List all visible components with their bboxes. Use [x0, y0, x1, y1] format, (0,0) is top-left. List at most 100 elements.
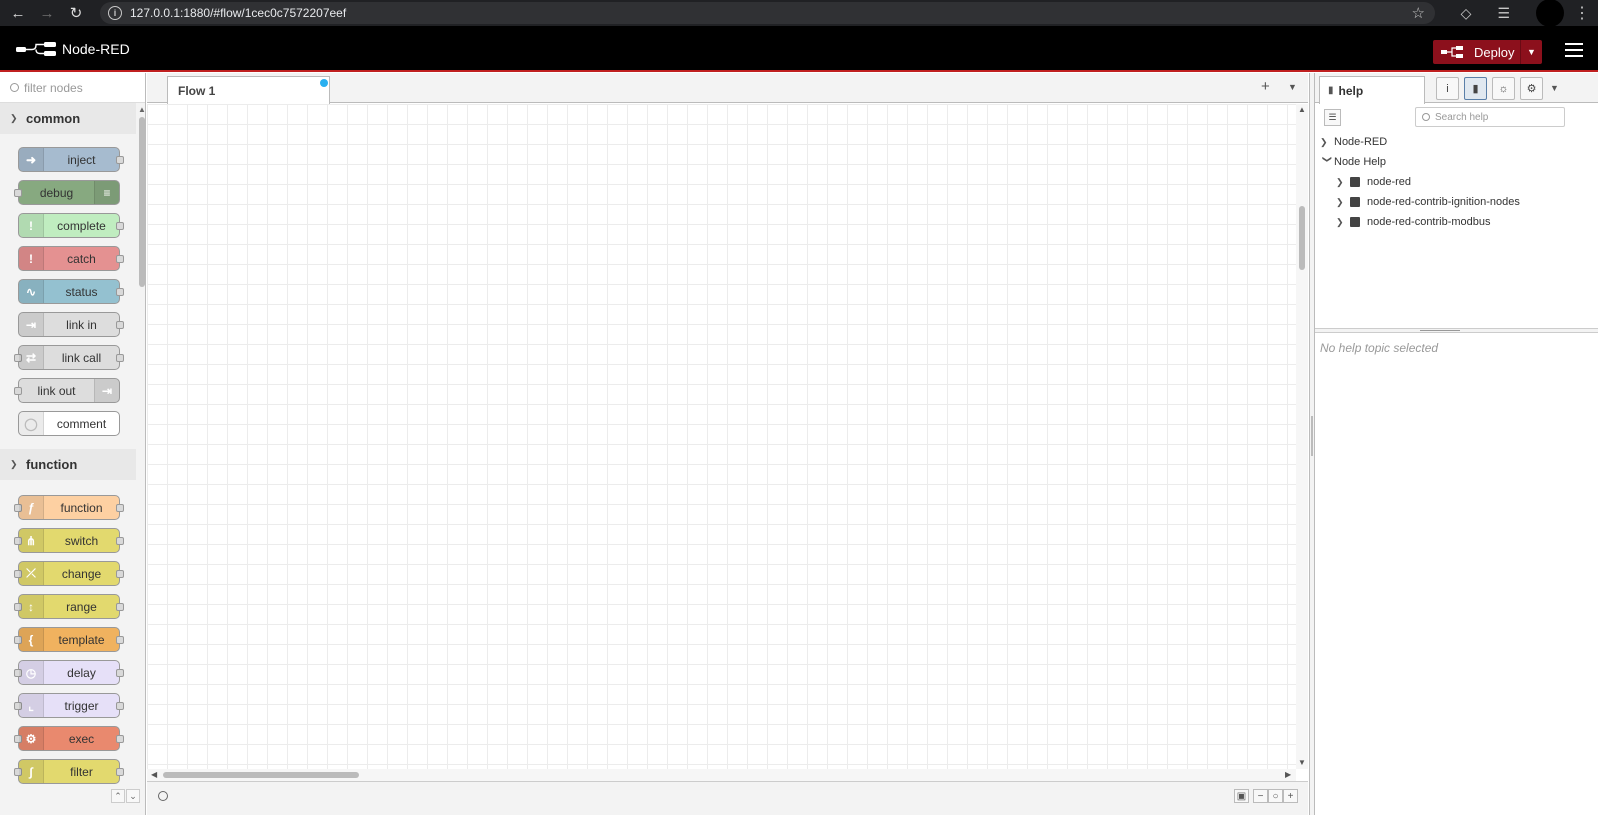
info-icon[interactable]: i: [1436, 77, 1459, 100]
expand-all-icon[interactable]: ⌄: [126, 789, 140, 803]
browser-menu-icon[interactable]: ⋮: [1574, 3, 1590, 23]
url-text: 127.0.0.1:1880/#flow/1cec0c7572207eef: [130, 6, 347, 20]
gear-icon: ⚙: [19, 727, 44, 750]
inject-icon: ➜: [19, 148, 44, 171]
palette-node-complete[interactable]: ! complete: [18, 213, 124, 238]
reload-icon[interactable]: ↻: [65, 2, 87, 24]
tab-label: Flow 1: [178, 83, 216, 98]
node-label: link call: [61, 350, 102, 365]
media-control-icon[interactable]: ☰: [1497, 5, 1510, 22]
node-label: catch: [67, 251, 96, 266]
palette-node-link-in[interactable]: ⇥ link in: [18, 312, 124, 337]
tree-item-node-red-module[interactable]: ❯ node-red: [1336, 173, 1411, 191]
palette-node-range[interactable]: ↕ range: [14, 594, 124, 619]
palette-node-link-out[interactable]: link out ⇥: [14, 378, 120, 403]
palette-node-link-call[interactable]: ⇄ link call: [14, 345, 124, 370]
toc-list-icon[interactable]: ☰: [1324, 109, 1341, 126]
tree-label: node-red-contrib-modbus: [1367, 216, 1491, 228]
palette-node-function[interactable]: ƒ function: [14, 495, 124, 520]
function-icon: ƒ: [19, 496, 44, 519]
zoom-out-icon[interactable]: −: [1253, 789, 1268, 803]
scroll-up-arrow-icon[interactable]: ▲: [138, 105, 145, 114]
sidebar-menu-caret-icon[interactable]: ▼: [1550, 83, 1559, 93]
collapse-all-icon[interactable]: ⌃: [111, 789, 125, 803]
output-port: [116, 603, 124, 611]
node-label: inject: [67, 152, 96, 167]
app-title: Node-RED: [62, 41, 130, 57]
palette-category-function[interactable]: ❯ function: [0, 449, 136, 480]
shuffle-icon: ⤫: [19, 562, 44, 585]
scroll-up-arrow-icon[interactable]: ▲: [1298, 105, 1306, 114]
link-in-icon: ⇥: [19, 313, 44, 336]
add-flow-plus-icon[interactable]: +: [1261, 78, 1270, 95]
scroll-right-arrow-icon[interactable]: ▶: [1285, 770, 1291, 779]
forward-icon[interactable]: →: [36, 2, 58, 24]
tree-label: Node Help: [1334, 156, 1386, 168]
palette-node-status[interactable]: ∿ status: [18, 279, 124, 304]
help-empty-message: No help topic selected: [1320, 341, 1439, 355]
debug-bug-icon[interactable]: ☼: [1492, 77, 1515, 100]
chevron-down-icon: ❯: [10, 113, 18, 123]
node-label: function: [60, 500, 103, 515]
node-label: link in: [66, 317, 97, 332]
help-book-icon[interactable]: ▮: [1464, 77, 1487, 100]
scroll-down-arrow-icon[interactable]: ▼: [1298, 758, 1306, 767]
tree-label: node-red: [1367, 176, 1412, 188]
palette-node-filter[interactable]: ∫ filter: [14, 759, 124, 784]
flow-canvas[interactable]: [147, 104, 1296, 769]
palette-node-template[interactable]: { template: [14, 627, 124, 652]
palette-node-trigger[interactable]: ⌞ trigger: [14, 693, 124, 718]
palette-filter-input[interactable]: filter nodes: [0, 73, 145, 103]
palette-node-exec[interactable]: ⚙ exec: [14, 726, 124, 751]
palette-node-switch[interactable]: ⋔ switch: [14, 528, 124, 553]
config-gear-icon[interactable]: ⚙: [1520, 77, 1543, 100]
palette-node-catch[interactable]: ! catch: [18, 246, 124, 271]
bookmark-star-icon[interactable]: ☆: [1412, 4, 1425, 22]
search-flows-icon[interactable]: [158, 791, 168, 801]
profile-avatar[interactable]: [1536, 0, 1564, 27]
book-icon: ▮: [1328, 85, 1334, 96]
tree-item-node-red[interactable]: ❯ Node-RED: [1320, 133, 1387, 151]
palette-node-inject[interactable]: ➜ inject: [18, 147, 124, 172]
palette-node-comment[interactable]: ◯ comment: [18, 411, 120, 436]
node-label: exec: [68, 731, 95, 746]
output-port: [116, 768, 124, 776]
palette-category-common[interactable]: ❯ common: [0, 103, 136, 134]
alert-icon: !: [19, 247, 44, 270]
scrollbar-thumb[interactable]: [163, 772, 359, 778]
zoom-reset-icon[interactable]: ○: [1268, 789, 1283, 803]
tab-help[interactable]: ▮ help: [1319, 76, 1425, 104]
tab-flow-1[interactable]: Flow 1: [167, 76, 330, 104]
palette-node-debug[interactable]: debug ≡: [14, 180, 120, 205]
palette-node-change[interactable]: ⤫ change: [14, 561, 124, 586]
scrollbar-thumb[interactable]: [1299, 206, 1305, 270]
palette-scrollbar[interactable]: [139, 117, 145, 287]
node-label: status: [65, 284, 98, 299]
zoom-in-icon[interactable]: +: [1283, 789, 1298, 803]
extensions-icon[interactable]: ◇: [1461, 5, 1472, 22]
filter-placeholder: filter nodes: [24, 80, 83, 95]
deploy-menu-caret-icon[interactable]: ▼: [1520, 40, 1542, 64]
palette-node-delay[interactable]: ◷ delay: [14, 660, 124, 685]
navigator-map-icon[interactable]: ▣: [1234, 789, 1249, 803]
tree-item-node-help[interactable]: ❯ Node Help: [1320, 153, 1386, 171]
help-search-input[interactable]: Search help: [1415, 107, 1565, 127]
tab-label: help: [1338, 83, 1364, 98]
tree-item-modbus[interactable]: ❯ node-red-contrib-modbus: [1336, 213, 1491, 231]
site-info-icon[interactable]: i: [108, 6, 122, 20]
scroll-left-arrow-icon[interactable]: ◀: [151, 770, 157, 779]
address-bar[interactable]: i 127.0.0.1:1880/#flow/1cec0c7572207eef …: [100, 2, 1435, 24]
output-port: [116, 570, 124, 578]
module-cube-icon: [1350, 217, 1360, 227]
canvas-vertical-scrollbar[interactable]: ▲ ▼: [1296, 104, 1308, 769]
output-port: [116, 354, 124, 362]
main-menu-hamburger-icon[interactable]: [1565, 43, 1583, 57]
help-panel-splitter[interactable]: [1315, 328, 1598, 333]
deploy-button[interactable]: Deploy ▼: [1433, 40, 1542, 64]
flow-list-caret-icon[interactable]: ▼: [1288, 82, 1297, 92]
canvas-horizontal-scrollbar[interactable]: ◀ ▶: [147, 769, 1296, 781]
back-icon[interactable]: ←: [7, 2, 29, 24]
output-port: [116, 222, 124, 230]
tree-item-ignition-nodes[interactable]: ❯ node-red-contrib-ignition-nodes: [1336, 193, 1520, 211]
trigger-icon: ⌞: [19, 694, 44, 717]
